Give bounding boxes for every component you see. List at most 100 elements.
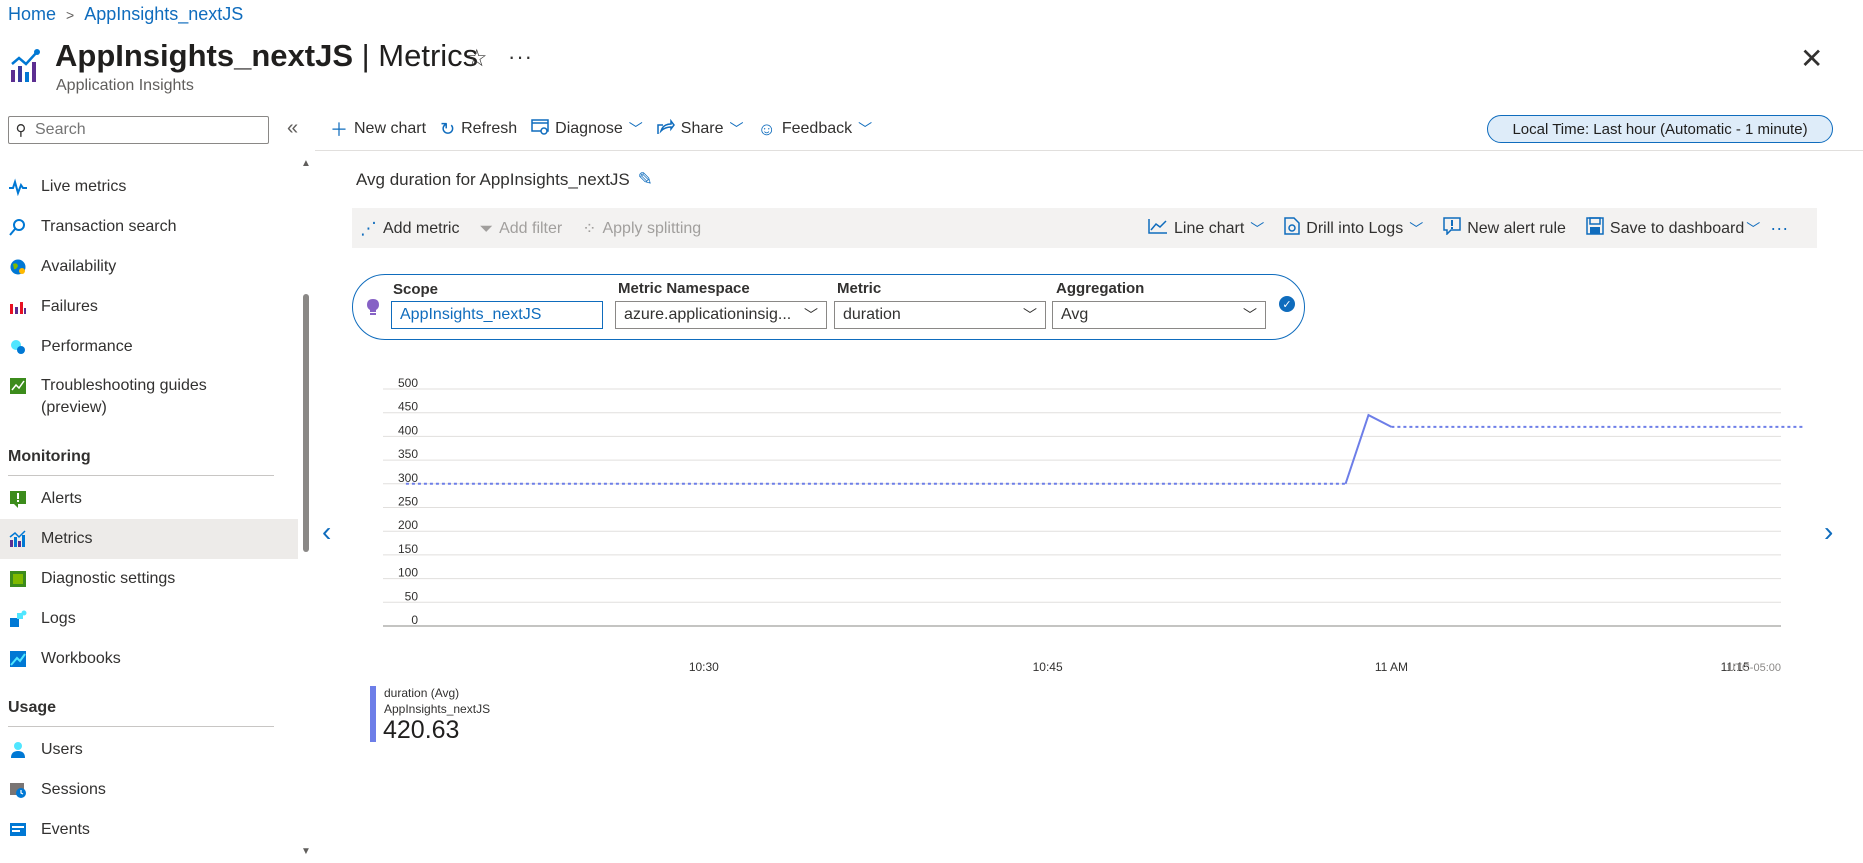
y-tick-label: 450: [398, 400, 418, 414]
aggregation-dropdown[interactable]: Avg ﹀: [1052, 301, 1266, 329]
section-header-usage: Usage: [8, 699, 57, 716]
sidebar-item-users[interactable]: Users: [0, 730, 298, 770]
save-to-dashboard-button[interactable]: Save to dashboard ﹀: [1586, 217, 1760, 240]
scope-label: Scope: [393, 281, 439, 298]
sidebar-item-label: Transaction search: [41, 218, 177, 235]
events-icon: [9, 821, 27, 839]
sidebar-scrollbar[interactable]: [303, 294, 309, 552]
sidebar-item-live-metrics[interactable]: Live metrics: [0, 167, 298, 207]
time-range-picker[interactable]: Local Time: Last hour (Automatic - 1 min…: [1487, 115, 1833, 143]
sidebar-item-label-suffix: (preview): [41, 399, 107, 416]
share-button[interactable]: Share ﹀: [657, 118, 744, 140]
new-alert-rule-button[interactable]: New alert rule: [1443, 217, 1566, 240]
chevron-down-icon: ﹀: [729, 121, 744, 137]
sidebar-item-alerts[interactable]: Alerts: [0, 479, 298, 519]
metrics-icon: [9, 530, 27, 548]
add-filter-label: Add filter: [499, 220, 563, 237]
scroll-up-icon[interactable]: ▲: [301, 158, 311, 169]
y-tick-label: 100: [398, 566, 418, 580]
close-icon[interactable]: ✕: [1800, 42, 1823, 75]
sidebar-item-metrics[interactable]: Metrics: [0, 519, 298, 559]
star-icon[interactable]: ☆: [466, 44, 488, 73]
alert-icon: [9, 490, 27, 508]
chevron-down-icon: ﹀: [1409, 220, 1424, 237]
aggregation-label: Aggregation: [1056, 280, 1145, 297]
namespace-value: azure.applicationinsig...: [624, 306, 792, 323]
new-chart-button[interactable]: ＋ New chart: [330, 116, 426, 142]
sidebar-item-failures[interactable]: Failures: [0, 287, 298, 327]
metric-dropdown[interactable]: duration ﹀: [834, 301, 1046, 329]
performance-icon: [9, 338, 27, 356]
y-tick-label: 500: [398, 376, 418, 390]
breadcrumb-resource[interactable]: AppInsights_nextJS: [84, 4, 243, 25]
failures-chart-icon: [9, 298, 27, 316]
scroll-down-icon[interactable]: ▼: [301, 846, 311, 857]
chart-more-options-icon[interactable]: ···: [1770, 218, 1788, 239]
filter-icon: ⏷: [479, 219, 494, 238]
chart-title-text: Avg duration for AppInsights_nextJS: [356, 169, 630, 189]
aggregation-value: Avg: [1061, 306, 1089, 323]
collapse-sidebar-icon[interactable]: «: [287, 117, 298, 140]
refresh-button[interactable]: ↻ Refresh: [440, 119, 517, 140]
section-divider: [8, 475, 274, 476]
chart-toolbar-right: Line chart ﹀ Drill into Logs ﹀ New alert…: [1148, 217, 1788, 240]
chevron-down-icon: ﹀: [1023, 307, 1037, 323]
sidebar-item-label: Alerts: [41, 490, 82, 507]
chevron-down-icon: ﹀: [628, 121, 643, 137]
add-metric-button[interactable]: ⋰ Add metric: [360, 219, 459, 239]
x-tick-label: 10:30: [689, 660, 719, 674]
title-separator: |: [353, 38, 379, 73]
sidebar-item-availability[interactable]: Availability: [0, 247, 298, 287]
diagnose-button[interactable]: Diagnose ﹀: [531, 118, 643, 140]
smiley-icon: ☺: [757, 118, 776, 139]
series-line: [1344, 413, 1392, 485]
sidebar-item-logs[interactable]: Logs: [0, 599, 298, 639]
logs-icon: [9, 610, 27, 628]
add-filter-button[interactable]: ⏷ Add filter: [479, 219, 562, 239]
drill-into-logs-button[interactable]: Drill into Logs ﹀: [1284, 217, 1423, 240]
new-alert-label: New alert rule: [1467, 219, 1566, 237]
line-chart-button[interactable]: Line chart ﹀: [1148, 218, 1264, 239]
scope-field[interactable]: AppInsights_nextJS: [391, 301, 603, 329]
namespace-dropdown[interactable]: azure.applicationinsig... ﹀: [615, 301, 827, 329]
add-metric-label: Add metric: [383, 220, 460, 237]
sidebar-item-performance[interactable]: Performance: [0, 327, 298, 367]
apply-splitting-button[interactable]: ⁘ Apply splitting: [582, 219, 701, 239]
more-options-icon[interactable]: ···: [508, 44, 533, 70]
chart-title: Avg duration for AppInsights_nextJS ✎: [356, 169, 653, 190]
sidebar-item-troubleshooting[interactable]: Troubleshooting guides (preview): [0, 371, 298, 423]
page-title: AppInsights_nextJS | Metrics: [55, 38, 478, 74]
timezone-label: UTC-05:00: [1727, 662, 1781, 674]
edit-pencil-icon[interactable]: ✎: [638, 169, 653, 190]
sidebar-item-label-block: Troubleshooting guides (preview): [41, 375, 207, 419]
breadcrumb-home[interactable]: Home: [8, 4, 56, 25]
lightbulb-icon: [367, 299, 379, 315]
line-chart-label: Line chart: [1174, 219, 1245, 237]
chevron-down-icon: ﹀: [858, 121, 873, 137]
confirm-check-icon[interactable]: ✓: [1279, 296, 1295, 312]
chevron-left-icon[interactable]: ‹: [322, 516, 331, 548]
chevron-down-icon: ﹀: [1746, 220, 1761, 237]
sidebar-item-transaction-search[interactable]: Transaction search: [0, 207, 298, 247]
sidebar-search[interactable]: ⚲: [8, 116, 269, 144]
alert-bubble-icon: [1443, 217, 1461, 240]
chevron-right-icon: >: [66, 6, 75, 23]
sidebar-item-diagnostic-settings[interactable]: Diagnostic settings: [0, 559, 298, 599]
refresh-icon: ↻: [440, 118, 456, 139]
sidebar-item-sessions[interactable]: Sessions: [0, 770, 298, 810]
sidebar-item-workbooks[interactable]: Workbooks: [0, 639, 298, 679]
new-chart-label: New chart: [354, 120, 427, 137]
save-dashboard-label: Save to dashboard: [1609, 219, 1745, 237]
feedback-button[interactable]: ☺ Feedback ﹀: [757, 119, 872, 140]
namespace-label: Metric Namespace: [618, 280, 750, 297]
search-input[interactable]: [33, 120, 257, 140]
y-tick-label: 150: [398, 542, 418, 556]
sidebar-item-events[interactable]: Events: [0, 810, 298, 850]
sidebar-item-label: Live metrics: [41, 178, 127, 195]
section-header-monitoring: Monitoring: [8, 448, 91, 465]
chevron-down-icon: ﹀: [1250, 220, 1265, 237]
y-tick-label: 50: [405, 589, 419, 603]
chevron-right-icon[interactable]: ›: [1824, 516, 1833, 548]
legend-color-swatch: [370, 686, 376, 742]
workbook-icon: [9, 650, 27, 668]
